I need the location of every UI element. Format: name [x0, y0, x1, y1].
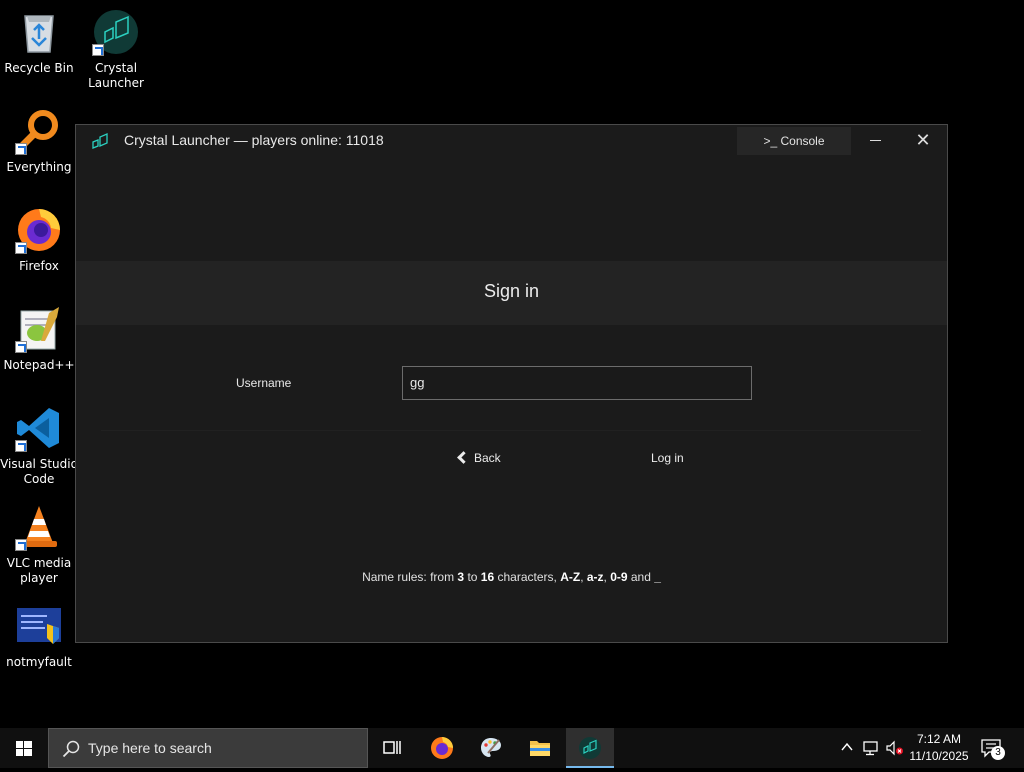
desktop: Recycle Bin Crystal Launcher Everything [0, 0, 1024, 728]
task-view-icon [383, 741, 401, 754]
firefox-icon [15, 206, 63, 254]
firefox-icon [431, 737, 453, 759]
desktop-icon-crystal-launcher[interactable]: Crystal Launcher [77, 8, 155, 91]
shortcut-arrow-icon [15, 341, 27, 353]
desktop-icon-label: Firefox [19, 259, 59, 273]
volume-muted-icon[interactable] [886, 740, 904, 756]
rules-max: 16 [480, 570, 495, 584]
desktop-icon-label: notmyfault [6, 655, 72, 669]
taskbar-crystal-launcher[interactable] [566, 728, 614, 768]
recycle-bin-icon [15, 8, 63, 56]
name-rules-text: Name rules: from 3 to 16 characters, A-Z… [76, 570, 947, 584]
window-titlebar[interactable]: Crystal Launcher — players online: 11018… [76, 125, 947, 157]
shortcut-arrow-icon [15, 143, 27, 155]
file-explorer-icon [530, 741, 550, 756]
rules-digits: 0-9 [610, 570, 628, 584]
action-center-button[interactable]: 3 [980, 737, 1006, 761]
desktop-icon-label: VLC media player [6, 556, 72, 585]
notification-count-badge: 3 [991, 746, 1005, 760]
network-icon[interactable] [862, 740, 880, 756]
desktop-icon-label: Crystal Launcher [88, 61, 144, 90]
username-label: Username [236, 376, 292, 390]
back-button[interactable]: Back [457, 448, 501, 468]
notmyfault-icon [15, 602, 63, 650]
clock-time: 7:12 AM [916, 732, 962, 746]
taskbar: Type here to search 7:12 AM 11/10/2025 3 [0, 728, 1024, 768]
login-button[interactable]: Log in [651, 448, 684, 468]
minimize-button[interactable] [852, 125, 898, 157]
crystal-launcher-logo-icon [92, 133, 108, 149]
search-icon [62, 740, 80, 758]
page-title: Sign in [483, 281, 540, 301]
notepad-plus-plus-icon [15, 305, 63, 353]
chevron-left-icon [457, 451, 470, 464]
desktop-icon-notepad-plus-plus[interactable]: Notepad++ [0, 305, 78, 373]
rules-and: and [627, 570, 655, 584]
desktop-icon-notmyfault[interactable]: notmyfault [0, 602, 78, 670]
rules-lower: a-z [586, 570, 604, 584]
taskbar-search-box[interactable]: Type here to search [48, 728, 368, 768]
desktop-icon-label: Notepad++ [3, 358, 75, 372]
search-placeholder: Type here to search [88, 740, 212, 756]
back-button-label: Back [474, 451, 501, 465]
username-input[interactable]: gg [402, 366, 752, 400]
desktop-icon-vlc[interactable]: VLC media player [0, 503, 78, 586]
console-button[interactable]: >_ Console [737, 127, 851, 155]
start-button[interactable] [0, 728, 48, 768]
window-title: Crystal Launcher — players online: 11018 [124, 132, 384, 148]
rules-to: to [464, 570, 481, 584]
crystal-launcher-icon [579, 737, 601, 759]
divider [101, 430, 921, 431]
show-hidden-icons-chevron-icon[interactable] [840, 740, 854, 754]
rules-sep: , [580, 570, 587, 584]
rules-underscore: _ [654, 570, 661, 584]
taskbar-firefox[interactable] [418, 728, 466, 768]
windows-logo-icon [16, 741, 32, 756]
rules-prefix: Name rules: from [362, 570, 458, 584]
shortcut-arrow-icon [15, 242, 27, 254]
desktop-icon-vscode[interactable]: Visual Studio Code [0, 404, 78, 487]
shortcut-arrow-icon [92, 44, 104, 56]
desktop-icon-recycle-bin[interactable]: Recycle Bin [0, 8, 78, 76]
clock-date: 11/10/2025 [909, 749, 969, 763]
rules-chars: characters, [494, 570, 561, 584]
rules-upper: A-Z [560, 570, 581, 584]
desktop-icon-firefox[interactable]: Firefox [0, 206, 78, 274]
desktop-icon-label: Everything [6, 160, 72, 174]
paint-icon [481, 738, 501, 757]
everything-search-icon [15, 107, 63, 155]
launcher-window: Crystal Launcher — players online: 11018… [75, 124, 948, 643]
crystal-launcher-icon [92, 8, 140, 56]
taskbar-clock[interactable]: 7:12 AM 11/10/2025 [906, 731, 972, 765]
desktop-icon-label: Recycle Bin [4, 61, 74, 75]
task-view-button[interactable] [368, 728, 416, 768]
taskbar-paint[interactable] [467, 728, 515, 768]
shortcut-arrow-icon [15, 440, 27, 452]
taskbar-file-explorer[interactable] [516, 728, 564, 768]
close-button[interactable]: ✕ [899, 125, 947, 157]
vlc-icon [15, 503, 63, 551]
desktop-icon-label: Visual Studio Code [0, 457, 78, 486]
desktop-icon-everything[interactable]: Everything [0, 107, 78, 175]
shortcut-arrow-icon [15, 539, 27, 551]
vscode-icon [15, 404, 63, 452]
